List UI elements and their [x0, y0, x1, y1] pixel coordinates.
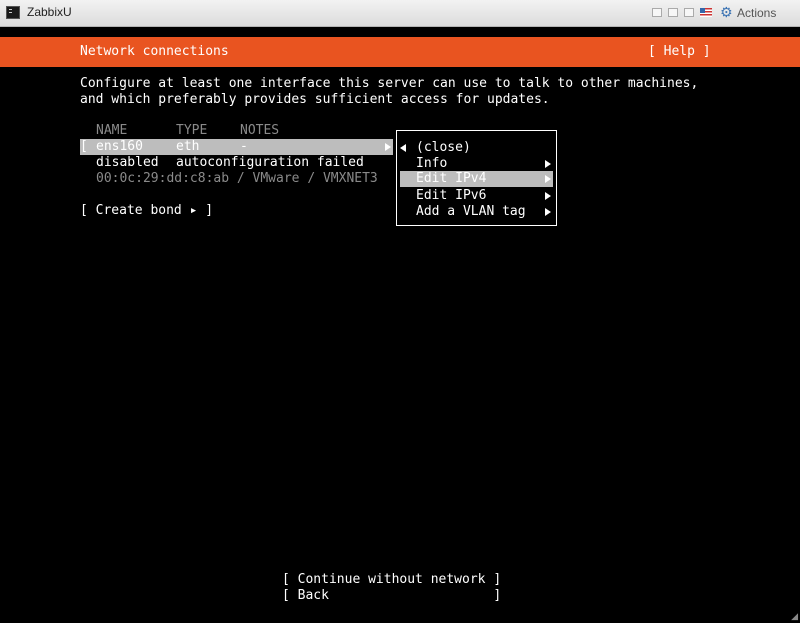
continue-without-network-button[interactable]: [ Continue without network ]	[282, 572, 501, 588]
console-screen: Network connections [ Help ] Configure a…	[0, 27, 800, 623]
window-button-icon[interactable]	[652, 8, 662, 17]
close-arrow-icon	[400, 144, 406, 152]
intro-text-line1: Configure at least one interface this se…	[80, 76, 699, 91]
interface-row-ens160[interactable]: [ ens160 eth -	[80, 139, 393, 155]
submenu-arrow-icon	[545, 192, 551, 200]
menu-item-edit-ipv4[interactable]: Edit IPv4	[400, 171, 553, 187]
interface-status: disabled	[96, 155, 159, 170]
column-header-type: TYPE	[176, 123, 208, 138]
menu-item-info[interactable]: Info	[416, 156, 447, 172]
installer-header: Network connections [ Help ]	[0, 37, 800, 67]
back-button[interactable]: [ Back ]	[282, 588, 501, 604]
row-arrow-icon	[385, 143, 391, 151]
terminal-icon	[6, 6, 20, 19]
actions-menu[interactable]: Actions	[737, 6, 776, 20]
page-title: Network connections	[80, 44, 229, 59]
interface-status-detail: autoconfiguration failed	[176, 155, 364, 170]
interface-notes: -	[240, 139, 248, 154]
gear-icon[interactable]: ⚙	[720, 6, 733, 20]
menu-item-label: Edit IPv4	[416, 171, 487, 186]
help-button[interactable]: [ Help ]	[648, 44, 711, 60]
resize-grip-icon[interactable]: ◢	[791, 612, 798, 622]
interface-type: eth	[176, 139, 200, 154]
intro-text-line2: and which preferably provides sufficient…	[80, 92, 550, 107]
window-title: ZabbixU	[27, 5, 72, 19]
status-bar	[0, 623, 800, 628]
menu-item-add-vlan[interactable]: Add a VLAN tag	[416, 204, 526, 220]
window-button-icon[interactable]	[684, 8, 694, 17]
menu-item-edit-ipv6[interactable]: Edit IPv6	[416, 188, 486, 204]
row-bracket: [	[80, 139, 88, 154]
submenu-arrow-icon	[545, 208, 551, 216]
create-bond-button[interactable]: [ Create bond ▸ ]	[80, 203, 213, 219]
column-header-name: NAME	[96, 123, 128, 138]
interface-hardware: 00:0c:29:dd:c8:ab / VMware / VMXNET3	[96, 171, 378, 186]
submenu-arrow-icon	[545, 175, 551, 183]
us-flag-icon[interactable]	[700, 8, 712, 17]
interface-name: ens160	[96, 139, 143, 154]
window-titlebar: ZabbixU ⚙ Actions	[0, 0, 800, 27]
menu-item-close[interactable]: (close)	[416, 140, 471, 156]
interface-action-menu: (close) Info Edit IPv4 Edit IPv6 Add a V…	[396, 130, 557, 226]
window-button-icon[interactable]	[668, 8, 678, 17]
submenu-arrow-icon	[545, 160, 551, 168]
column-header-notes: NOTES	[240, 123, 280, 138]
